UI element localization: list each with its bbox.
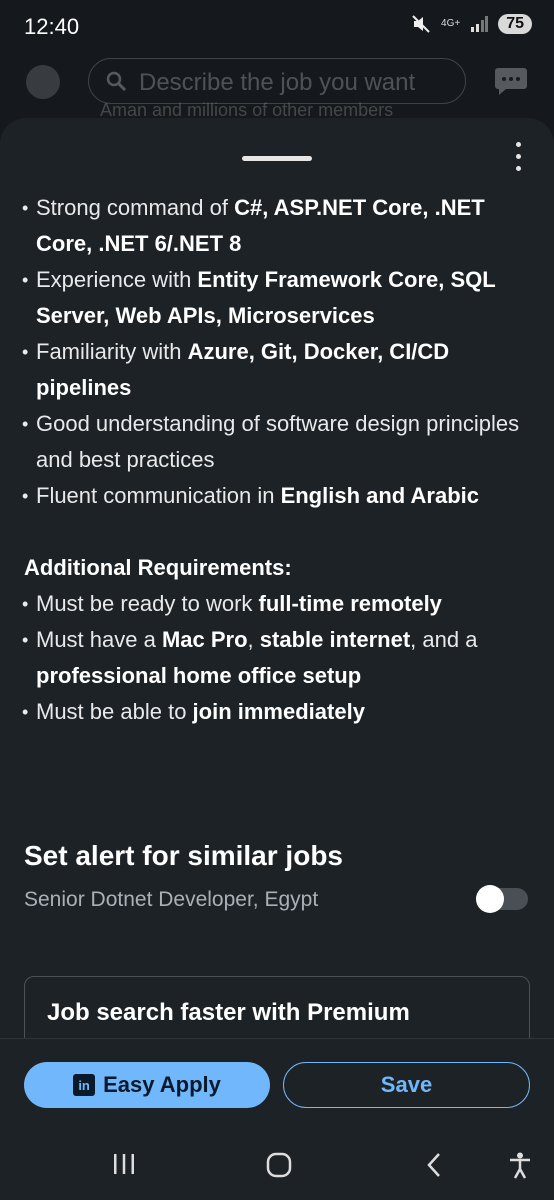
back-icon[interactable] <box>424 1152 444 1178</box>
bullet-text: Must be able to <box>36 699 193 724</box>
mute-icon <box>412 15 430 33</box>
home-icon[interactable] <box>266 1152 292 1178</box>
status-bar: 12:40 4G+ 75 <box>0 0 554 56</box>
save-button[interactable]: Save <box>283 1062 530 1108</box>
status-icons: 4G+ 75 <box>411 14 532 34</box>
bullet-text: Must have a <box>36 627 162 652</box>
job-alert-toggle[interactable] <box>476 885 528 913</box>
bullet-text: Must be ready to work <box>36 591 259 616</box>
network-type: 4G+ <box>441 18 461 29</box>
bullet-item: Good understanding of software design pr… <box>22 406 530 478</box>
bullet-item: Must be ready to work full-time remotely <box>22 586 530 622</box>
bullet-item: Strong command of C#, ASP.NET Core, .NET… <box>22 190 530 262</box>
additional-requirements-heading: Additional Requirements: <box>24 555 292 580</box>
toggle-knob <box>476 885 504 913</box>
messaging-icon[interactable] <box>494 66 528 96</box>
bullet-bold-text: professional home office setup <box>36 663 362 688</box>
search-input[interactable]: Describe the job you want <box>88 58 466 104</box>
bullet-item: Familiarity with Azure, Git, Docker, CI/… <box>22 334 530 406</box>
bullet-text: , and a <box>410 627 478 652</box>
requirements-list: Strong command of C#, ASP.NET Core, .NET… <box>22 190 530 514</box>
avatar[interactable] <box>26 65 60 99</box>
job-alert-subtitle: Senior Dotnet Developer, Egypt <box>24 888 319 911</box>
signal-icon <box>471 16 489 32</box>
job-alert-title: Set alert for similar jobs <box>24 840 343 871</box>
bullet-item: Experience with Entity Framework Core, S… <box>22 262 530 334</box>
battery-level: 75 <box>498 14 532 34</box>
job-action-bar: in Easy Apply Save <box>0 1038 554 1133</box>
bullet-text: Strong command of <box>36 195 235 220</box>
bullet-text: Good understanding of software design pr… <box>36 411 520 472</box>
easy-apply-button[interactable]: in Easy Apply <box>24 1062 270 1108</box>
bullet-text: Experience with <box>36 267 198 292</box>
drag-handle[interactable] <box>242 156 312 161</box>
linkedin-icon: in <box>73 1074 96 1096</box>
bullet-bold-text: full-time remotely <box>258 591 442 616</box>
bullet-text: Fluent communication in <box>36 483 281 508</box>
bullet-bold-text: English and Arabic <box>280 483 480 508</box>
bullet-text: Familiarity with <box>36 339 188 364</box>
search-icon <box>106 71 127 92</box>
bullet-item: Must be able to join immediately <box>22 694 530 730</box>
job-description: Strong command of C#, ASP.NET Core, .NET… <box>22 190 530 730</box>
bullet-text: , <box>247 627 260 652</box>
accessibility-icon[interactable] <box>508 1152 532 1180</box>
bullet-bold-text: Mac Pro <box>161 627 248 652</box>
recents-icon[interactable] <box>112 1152 136 1176</box>
easy-apply-label: Easy Apply <box>103 1072 221 1097</box>
more-options-icon[interactable] <box>506 140 530 174</box>
additional-requirements-list: Must be ready to work full-time remotely… <box>22 586 530 730</box>
save-label: Save <box>380 1072 433 1097</box>
bullet-bold-text: join immediately <box>192 699 365 724</box>
search-placeholder: Describe the job you want <box>139 69 416 96</box>
system-navigation-bar <box>0 1132 554 1200</box>
premium-card-title: Job search faster with Premium <box>47 999 410 1026</box>
bullet-item: Fluent communication in English and Arab… <box>22 478 530 514</box>
bullet-bold-text: stable internet <box>259 627 411 652</box>
bullet-item: Must have a Mac Pro, stable internet, an… <box>22 622 530 694</box>
clock: 12:40 <box>24 14 80 39</box>
